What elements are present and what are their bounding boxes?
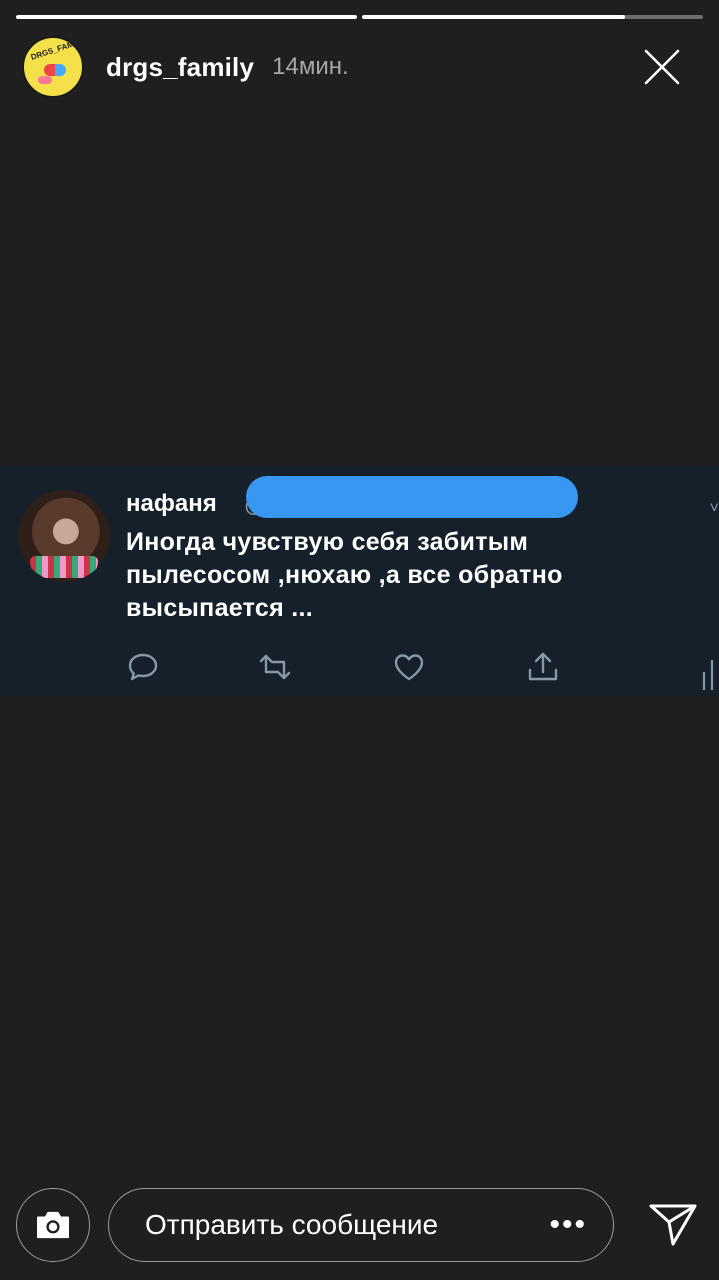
retweet-icon <box>258 650 292 684</box>
progress-segment <box>16 15 357 19</box>
tweet-screenshot: нафаня @ Иногда чувствую себя забитым пы… <box>0 466 719 696</box>
send-icon <box>649 1204 697 1246</box>
redaction-mark <box>246 476 578 518</box>
pill-graphic <box>44 64 66 76</box>
camera-button[interactable] <box>16 1188 90 1262</box>
stats-icon <box>702 660 714 690</box>
more-dots-icon[interactable]: ••• <box>549 1210 587 1240</box>
message-placeholder: Отправить сообщение <box>145 1209 439 1240</box>
tweet-avatar <box>18 490 110 582</box>
message-input[interactable]: Отправить сообщение ••• <box>108 1188 614 1262</box>
tweet-text: Иногда чувствую себя забитым пылесосом ,… <box>126 528 563 622</box>
story-time: 14мин. <box>272 53 349 80</box>
close-button[interactable] <box>643 48 681 86</box>
share-icon <box>526 650 560 684</box>
like-icon <box>392 650 426 684</box>
close-icon <box>644 49 680 85</box>
message-bar: Отправить сообщение ••• <box>16 1188 703 1264</box>
story-viewer: DRGS_FAMILY drgs_family 14мин. нафаня @ … <box>0 0 719 1280</box>
story-username[interactable]: drgs_family <box>106 52 254 83</box>
chevron-down-icon: ˅ <box>709 500 719 517</box>
pill-graphic <box>38 76 52 84</box>
story-header: DRGS_FAMILY drgs_family 14мин. <box>22 36 703 98</box>
reply-icon <box>126 650 160 684</box>
profile-avatar[interactable]: DRGS_FAMILY <box>22 36 84 98</box>
avatar-logo-lettering: DRGS_FAMILY <box>29 36 84 62</box>
story-progress <box>16 15 703 19</box>
camera-icon <box>37 1211 69 1239</box>
send-button[interactable] <box>647 1198 699 1250</box>
tweet-author-name: нафаня <box>126 490 217 517</box>
progress-segment <box>362 15 703 19</box>
